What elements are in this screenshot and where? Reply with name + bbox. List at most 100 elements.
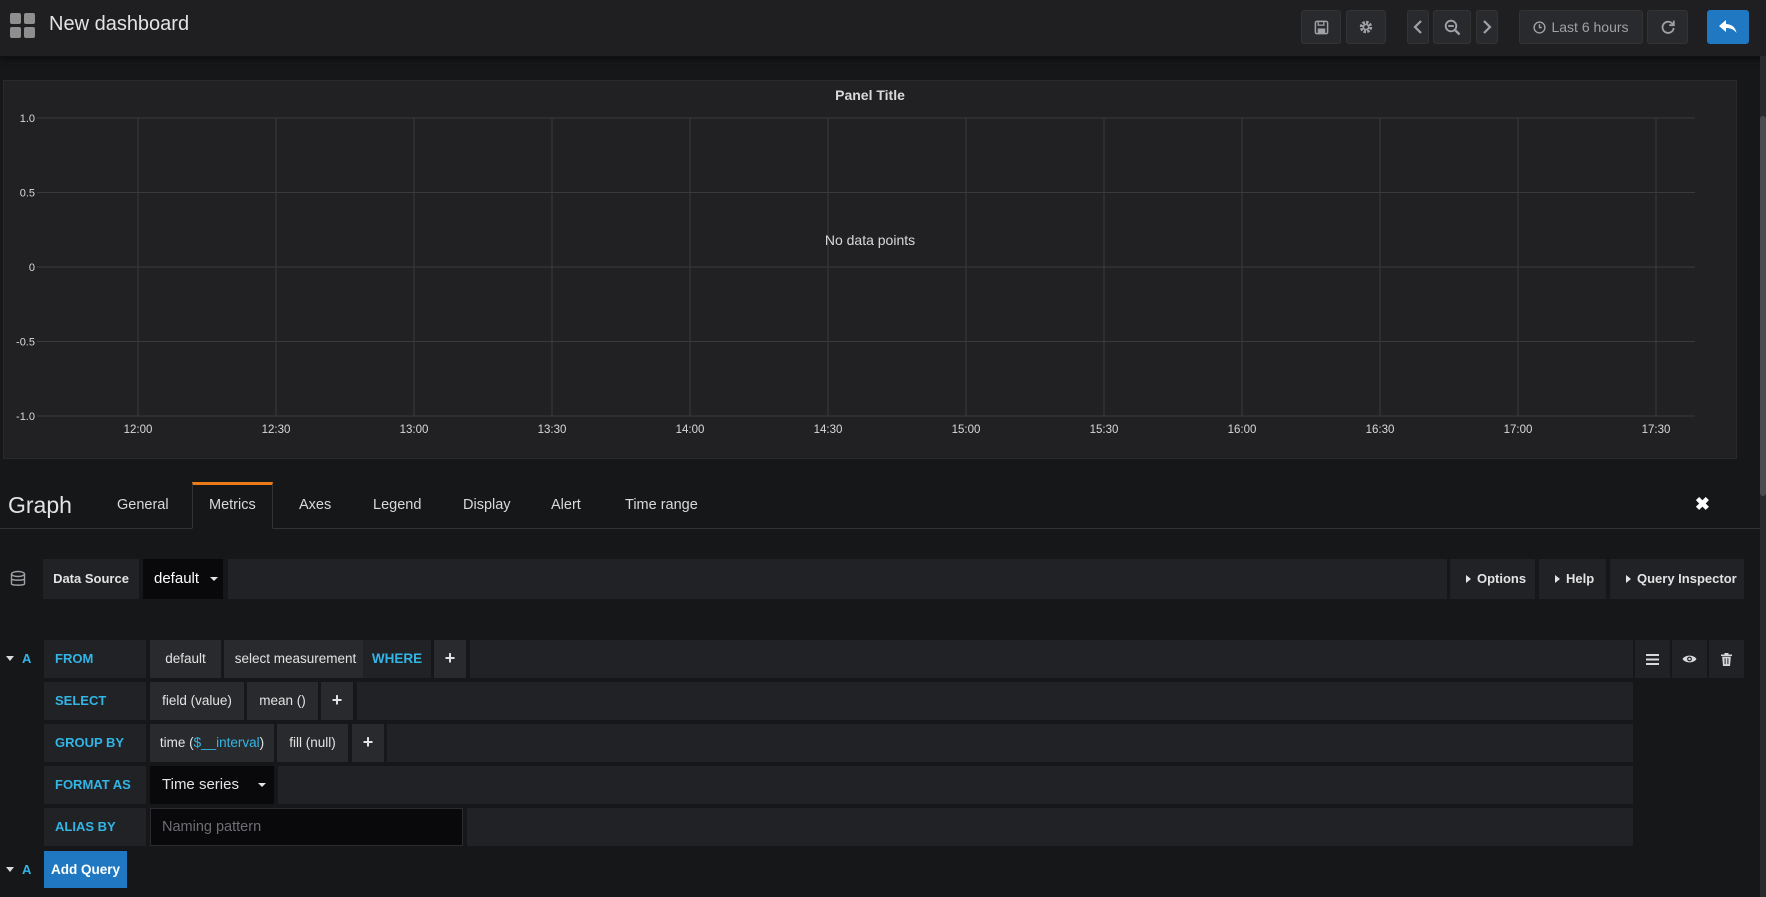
tab-alert[interactable]: Alert xyxy=(535,482,597,528)
time-shift-back-button[interactable] xyxy=(1407,10,1429,44)
caret-right-icon xyxy=(1626,575,1631,583)
zoom-out-button[interactable] xyxy=(1433,10,1471,44)
query-menu-button[interactable] xyxy=(1635,640,1670,678)
datasource-select[interactable]: default xyxy=(143,559,223,599)
from-label: FROM xyxy=(44,640,146,678)
caret-down-icon xyxy=(210,577,219,582)
query-collapse-toggle[interactable]: A xyxy=(0,640,42,678)
format-as-value: Time series xyxy=(162,776,239,793)
time-suffix: ) xyxy=(259,735,265,750)
add-group-by-button[interactable]: + xyxy=(352,724,384,762)
fill-segment[interactable]: fill (null) xyxy=(277,724,348,762)
retention-policy-segment[interactable]: default xyxy=(150,640,221,678)
datasource-spacer xyxy=(228,559,1447,599)
panel-editor-header: Graph General Metrics Axes Legend Displa… xyxy=(0,482,1760,529)
x-tick-label: 13:30 xyxy=(538,424,567,436)
tab-general[interactable]: General xyxy=(101,482,185,528)
x-tick-label: 15:00 xyxy=(952,424,981,436)
x-tick-label: 12:00 xyxy=(124,424,153,436)
top-navbar: New dashboard Last 6 hours xyxy=(0,0,1766,57)
tab-metrics[interactable]: Metrics xyxy=(192,482,273,529)
no-data-label: No data points xyxy=(825,232,915,248)
field-segment[interactable]: field (value) xyxy=(150,682,244,720)
editor-title: Graph xyxy=(8,492,72,518)
tab-display[interactable]: Display xyxy=(447,482,527,528)
caret-down-icon xyxy=(6,656,14,661)
y-tick-label: 0 xyxy=(29,262,35,274)
add-query-ref[interactable]: A xyxy=(0,851,42,889)
clock-icon xyxy=(1533,20,1547,34)
add-query-ref-letter: A xyxy=(22,862,32,877)
help-button[interactable]: Help xyxy=(1539,559,1606,599)
y-tick-label: -0.5 xyxy=(16,337,35,349)
y-tick-label: 1.0 xyxy=(20,113,35,125)
alias-by-label: ALIAS BY xyxy=(44,808,146,846)
remove-query-button[interactable] xyxy=(1709,640,1744,678)
query-row-format-as: FORMAT AS Time series xyxy=(44,766,1633,804)
save-icon xyxy=(1314,20,1328,34)
time-range-label: Last 6 hours xyxy=(1551,19,1629,35)
options-label: Options xyxy=(1477,571,1527,586)
toggle-query-visibility-button[interactable] xyxy=(1672,640,1707,678)
dashboard-settings-button[interactable] xyxy=(1346,10,1386,44)
row-spacer xyxy=(467,808,1633,846)
time-prefix: time ( xyxy=(159,735,194,750)
trash-icon xyxy=(1721,652,1732,666)
tab-legend[interactable]: Legend xyxy=(357,482,437,528)
scrollbar-thumb[interactable] xyxy=(1760,116,1766,496)
x-tick-label: 16:30 xyxy=(1366,424,1395,436)
datasource-value: default xyxy=(154,570,200,587)
y-tick-label: -1.0 xyxy=(16,411,35,423)
tab-axes[interactable]: Axes xyxy=(283,482,347,528)
dashboard-grid-icon[interactable] xyxy=(10,13,36,39)
row-spacer xyxy=(357,682,1633,720)
interval-variable: $__interval xyxy=(193,735,260,750)
x-tick-label: 15:30 xyxy=(1090,424,1119,436)
datasource-label: Data Source xyxy=(43,559,139,599)
group-by-time-segment[interactable]: time ($__interval) xyxy=(150,724,274,762)
save-dashboard-button[interactable] xyxy=(1301,10,1341,44)
caret-down-icon xyxy=(258,783,266,787)
format-as-label: FORMAT AS xyxy=(44,766,146,804)
datasource-row: Data Source default Options Help Query I… xyxy=(0,559,1744,599)
close-editor-icon[interactable]: ✖ xyxy=(1695,494,1710,515)
add-select-button[interactable]: + xyxy=(321,682,353,720)
add-where-button[interactable]: + xyxy=(434,640,466,678)
query-inspector-label: Query Inspector xyxy=(1637,571,1737,586)
query-row-alias-by: ALIAS BY xyxy=(44,808,1633,846)
x-tick-label: 17:00 xyxy=(1504,424,1533,436)
graph-panel: Panel Title 1.0 0.5 0 -0.5 -1.0 12:00 12:30 13:… xyxy=(3,80,1737,459)
page-scrollbar[interactable] xyxy=(1760,56,1766,897)
query-row-select: SELECT field (value) mean () + xyxy=(44,682,1633,720)
query-inspector-button[interactable]: Query Inspector xyxy=(1610,559,1744,599)
x-tick-label: 12:30 xyxy=(262,424,291,436)
row-spacer xyxy=(470,640,1633,678)
y-tick-label: 0.5 xyxy=(20,188,35,200)
x-tick-label: 14:00 xyxy=(676,424,705,436)
format-as-select[interactable]: Time series xyxy=(150,766,274,804)
caret-down-icon xyxy=(6,867,14,872)
x-tick-label: 14:30 xyxy=(814,424,843,436)
select-label: SELECT xyxy=(44,682,146,720)
add-query-button[interactable]: Add Query xyxy=(44,851,127,888)
x-tick-label: 16:00 xyxy=(1228,424,1257,436)
chevron-right-icon xyxy=(1483,20,1492,34)
time-picker-button[interactable]: Last 6 hours xyxy=(1519,10,1643,44)
options-button[interactable]: Options xyxy=(1450,559,1535,599)
group-by-label: GROUP BY xyxy=(44,724,146,762)
gear-icon xyxy=(1359,20,1373,34)
dashboard-title[interactable]: New dashboard xyxy=(49,13,189,36)
aggregation-segment[interactable]: mean () xyxy=(247,682,318,720)
eye-icon xyxy=(1682,655,1697,663)
back-to-dashboard-button[interactable] xyxy=(1707,10,1749,44)
refresh-button[interactable] xyxy=(1647,10,1688,44)
tab-time-range[interactable]: Time range xyxy=(609,482,714,528)
measurement-segment[interactable]: select measurement xyxy=(224,640,367,678)
query-row-group-by: GROUP BY time ($__interval) fill (null) … xyxy=(44,724,1633,762)
hamburger-icon xyxy=(1646,653,1659,665)
chevron-left-icon xyxy=(1413,20,1422,34)
time-shift-forward-button[interactable] xyxy=(1476,10,1498,44)
zoom-out-icon xyxy=(1444,19,1460,35)
where-keyword: WHERE xyxy=(363,640,431,678)
alias-by-input[interactable] xyxy=(150,808,463,846)
